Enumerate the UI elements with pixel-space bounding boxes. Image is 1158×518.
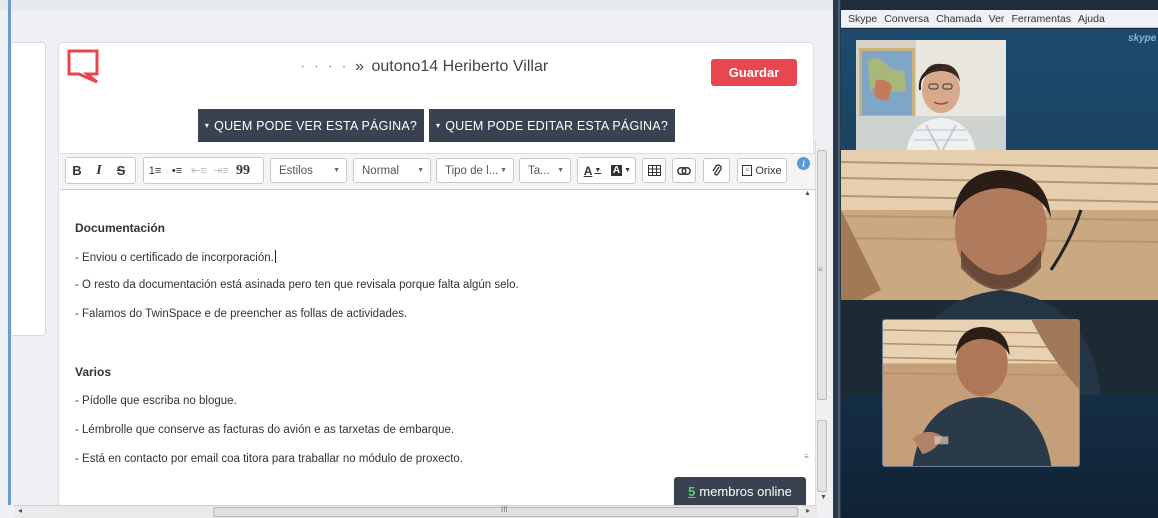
font-dropdown[interactable]: Tipo de l... ▼ — [436, 158, 514, 183]
font-dropdown-label: Tipo de l... — [445, 164, 499, 177]
content-line: - Enviou o certificado de incorporación. — [75, 250, 276, 264]
heading-documentacion: Documentación — [75, 221, 166, 235]
page-title-text: outono14 Heriberto Villar — [371, 58, 549, 75]
text-cursor — [274, 250, 276, 263]
italic-button[interactable]: I — [88, 158, 110, 183]
blockquote-icon[interactable]: 99 — [232, 158, 254, 183]
save-button[interactable]: Guardar — [711, 59, 797, 86]
scroll-grip-icon: ≡ — [804, 452, 809, 461]
outdent-icon[interactable]: ⇤≡ — [188, 158, 210, 183]
browser-topbar — [0, 0, 833, 10]
list-group: 1≡ •≡ ⇤≡ ⇥≡ 99 — [143, 157, 264, 184]
page-title: · · · · » outono14 Heriberto Villar — [300, 58, 548, 76]
skype-menubar: Skype Conversa Chamada Ver Ferramentas A… — [841, 10, 1158, 28]
members-online-badge[interactable]: 5 membros online — [674, 477, 806, 505]
size-dropdown[interactable]: Ta... ▼ — [519, 158, 571, 183]
bold-button[interactable]: B — [66, 158, 88, 183]
numbered-list-icon[interactable]: 1≡ — [144, 158, 166, 183]
caret-down-icon: ▾ — [436, 121, 441, 130]
chevron-down-icon: ▼ — [417, 167, 424, 174]
menu-skype[interactable]: Skype — [848, 13, 877, 25]
left-side-panel — [12, 42, 46, 336]
strikethrough-button[interactable]: S — [110, 158, 132, 183]
color-group: A ▼ A ▼ — [577, 157, 636, 184]
format-dropdown-label: Normal — [362, 164, 400, 177]
scroll-down-icon[interactable]: ▼ — [820, 494, 827, 501]
content-line: - O resto da documentación está asinada … — [75, 279, 519, 291]
breadcrumb-dots[interactable]: · · · · — [300, 58, 349, 75]
heading-varios: Varios — [75, 365, 112, 379]
menu-chamada[interactable]: Chamada — [936, 13, 982, 25]
content-line: - Está en contacto por email coa titora … — [75, 453, 464, 465]
styles-dropdown[interactable]: Estilos ▼ — [270, 158, 347, 183]
basic-styles-group: B I S — [65, 157, 136, 184]
content-line: - Pídolle que escriba no blogue. — [75, 395, 237, 407]
editor-scroll-up-icon[interactable]: ▲ — [804, 190, 811, 197]
chevron-down-icon: ▼ — [557, 167, 564, 174]
source-icon: ⌂ — [742, 165, 753, 176]
menu-ajuda[interactable]: Ajuda — [1078, 13, 1105, 25]
text-color-icon[interactable]: A ▼ — [578, 158, 607, 183]
participant-video-thumbnail[interactable] — [856, 40, 1006, 153]
content-line: - Falamos do TwinSpace e de preencher as… — [75, 308, 408, 320]
table-icon[interactable] — [642, 158, 666, 183]
scroll-grip-icon: ≡ — [818, 265, 823, 274]
content-line: - Lémbrolle que conserve as facturas do … — [75, 424, 455, 436]
attachment-icon[interactable] — [703, 158, 730, 183]
who-can-edit-label: QUEM PODE EDITAR ESTA PÁGINA? — [445, 118, 668, 133]
skype-window-border-line — [838, 0, 840, 518]
who-can-view-button[interactable]: ▾ QUEM PODE VER ESTA PÁGINA? — [198, 109, 424, 142]
link-icon[interactable] — [672, 158, 696, 183]
background-color-icon[interactable]: A ▼ — [607, 158, 635, 183]
menu-ver[interactable]: Ver — [989, 13, 1005, 25]
source-label: Orixe — [755, 164, 782, 177]
source-button[interactable]: ⌂ Orixe — [737, 158, 787, 183]
caret-down-icon: ▾ — [204, 121, 210, 130]
info-icon[interactable]: i — [797, 157, 810, 170]
editor-scrollbar-thumb[interactable] — [817, 420, 827, 492]
chevron-down-icon: ▼ — [333, 167, 340, 174]
who-can-edit-button[interactable]: ▾ QUEM PODE EDITAR ESTA PÁGINA? — [429, 109, 675, 142]
window-edge — [8, 0, 11, 505]
bulleted-list-icon[interactable]: •≡ — [166, 158, 188, 183]
skype-logo: skype — [1128, 33, 1157, 44]
members-label: membros online — [699, 483, 792, 499]
site-logo-icon[interactable] — [66, 48, 100, 84]
self-video-preview[interactable] — [882, 319, 1080, 467]
styles-dropdown-label: Estilos — [279, 164, 313, 177]
breadcrumb-separator: » — [355, 58, 365, 75]
menu-conversa[interactable]: Conversa — [884, 13, 929, 25]
chevron-down-icon: ▼ — [500, 167, 507, 174]
members-count[interactable]: 5 — [688, 484, 695, 499]
format-dropdown[interactable]: Normal ▼ — [353, 158, 431, 183]
menu-ferramentas[interactable]: Ferramentas — [1011, 13, 1071, 25]
size-dropdown-label: Ta... — [528, 164, 550, 177]
indent-icon[interactable]: ⇥≡ — [210, 158, 232, 183]
scroll-right-icon[interactable]: ▸ — [806, 506, 810, 515]
scroll-left-icon[interactable]: ◂ — [18, 506, 22, 515]
scroll-grip-icon: III — [501, 505, 508, 514]
vertical-scrollbar-thumb[interactable] — [817, 150, 827, 400]
who-can-view-label: QUEM PODE VER ESTA PÁGINA? — [214, 118, 418, 133]
